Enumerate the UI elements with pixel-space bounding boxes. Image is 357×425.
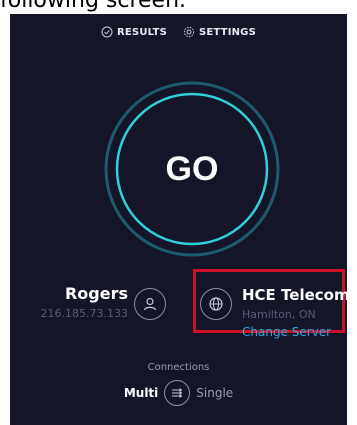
- server-name: HCE Telecom: [242, 286, 347, 304]
- multi-option[interactable]: Multi: [124, 386, 158, 400]
- connections-toggle[interactable]: [164, 380, 191, 406]
- isp-ip: 216.185.73.133: [40, 307, 128, 320]
- settings-tab[interactable]: SETTINGS: [183, 26, 256, 38]
- results-label: RESULTS: [116, 26, 167, 38]
- globe-icon: [200, 288, 232, 320]
- change-server-link[interactable]: Change Server: [242, 325, 347, 339]
- server-location: Hamilton, ON: [242, 308, 316, 321]
- single-option[interactable]: Single: [196, 386, 233, 400]
- go-button[interactable]: GO: [103, 80, 281, 258]
- gear-icon: [183, 26, 195, 38]
- isp-name: Rogers: [64, 284, 128, 303]
- top-nav: RESULTS SETTINGS: [10, 26, 347, 38]
- connections-label: Connections: [147, 362, 210, 373]
- check-circle-icon: [101, 26, 113, 38]
- caption-strip: following screen.: [0, 0, 357, 14]
- caption-text: following screen.: [0, 0, 187, 13]
- speedtest-panel: RESULTS SETTINGS GO Rogers 216.185.73.13…: [10, 14, 347, 425]
- user-icon: [134, 288, 166, 320]
- settings-label: SETTINGS: [198, 26, 256, 38]
- isp-info: Rogers 216.185.73.133: [10, 284, 128, 320]
- connections-arrows-icon: [172, 388, 183, 398]
- connections-toggle-row: Multi Single: [10, 380, 347, 406]
- results-tab[interactable]: RESULTS: [101, 26, 167, 38]
- server-info: HCE Telecom Hamilton, ON Change Server: [242, 286, 347, 339]
